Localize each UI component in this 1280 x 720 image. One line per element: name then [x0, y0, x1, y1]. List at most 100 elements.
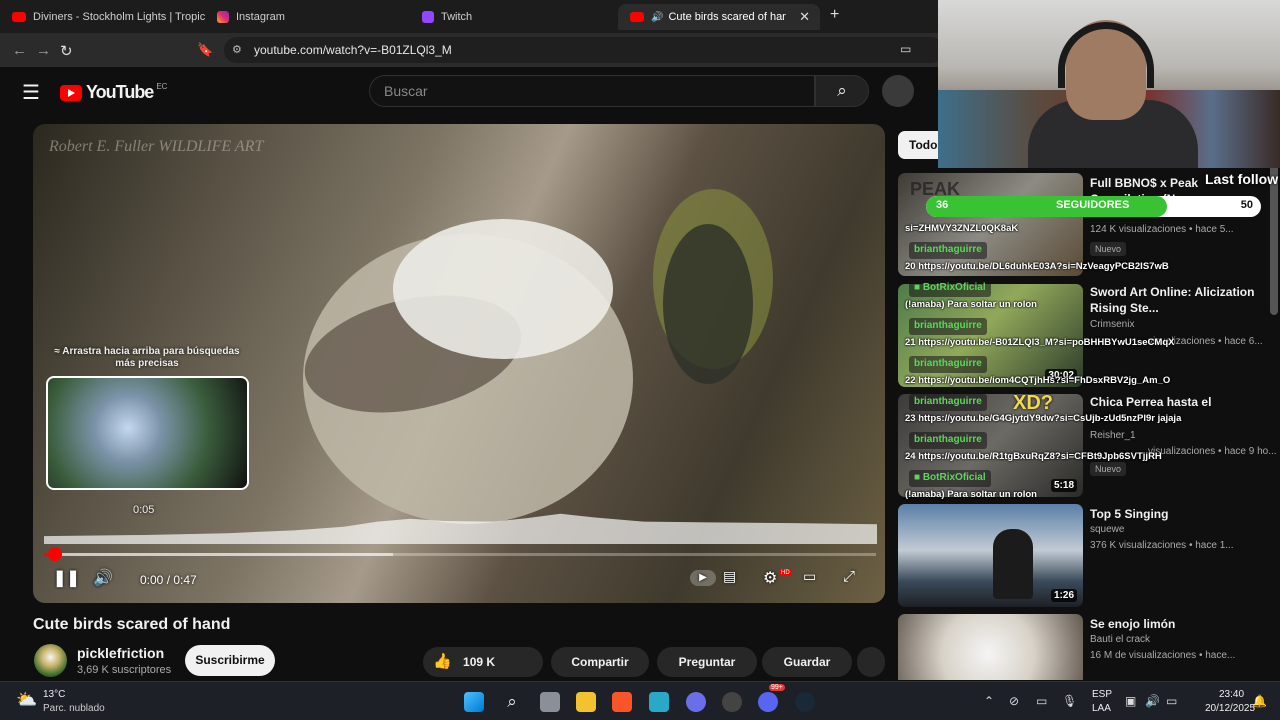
reload-icon[interactable]: ↻	[60, 42, 73, 60]
fullscreen-icon[interactable]: ⤢	[843, 568, 855, 585]
tab-twitch[interactable]: Twitch	[410, 4, 615, 30]
chat-message: 21 https://youtu.be/-B01ZLQl3_M?si=poBHH…	[905, 337, 1175, 348]
youtube-favicon-icon	[630, 12, 644, 22]
task-view-icon[interactable]	[540, 692, 560, 712]
recommended-channel: squewe	[1090, 524, 1125, 535]
bookmark-icon[interactable]: 🔖	[197, 42, 213, 58]
region-code: EC	[156, 82, 168, 91]
recommended-video[interactable]: Se enojo limón Bauti el crack 16 M de vi…	[898, 614, 1270, 680]
thumbs-up-icon: 👍	[433, 653, 452, 670]
video-watermark: Robert E. Fuller WILDLIFE ART	[49, 138, 264, 155]
subscribe-button[interactable]: Suscribirme	[185, 645, 275, 676]
scrubber-handle[interactable]	[48, 547, 62, 561]
tab-title: Cute birds scared of hand - Yo	[668, 11, 787, 23]
follower-goal-bar: 36 SEGUIDORES 50	[926, 196, 1261, 217]
show-hidden-icons-icon[interactable]: ⌃	[984, 694, 994, 708]
tab-instagram[interactable]: Instagram	[205, 4, 410, 30]
volume-icon[interactable]: 🔊	[93, 568, 113, 588]
save-button[interactable]: Guardar	[762, 647, 852, 677]
tab-diviners[interactable]: Diviners - Stockholm Lights | Tropical	[0, 4, 205, 30]
recommended-video[interactable]: 1:26 Top 5 Singing squewe 376 K visualiz…	[898, 504, 1270, 607]
battery-icon[interactable]: ▭	[1166, 694, 1177, 708]
youtube-logo-text: YouTube	[86, 82, 154, 102]
channel-name[interactable]: picklefriction	[77, 645, 164, 661]
headphones-icon	[1058, 22, 1154, 88]
settings-gear-icon[interactable]: ⚙	[763, 568, 777, 588]
subtitles-icon[interactable]: ▤	[723, 568, 736, 585]
url-text: youtube.com/watch?v=-B01ZLQl3_M	[254, 43, 452, 57]
recommended-channel: Crimsenix	[1090, 319, 1135, 330]
language-indicator[interactable]: ESP	[1092, 689, 1112, 700]
ask-button[interactable]: Preguntar	[657, 647, 757, 677]
last-follow-label: Last follow	[1205, 171, 1279, 187]
picture-in-picture-icon[interactable]: ▭	[900, 42, 911, 56]
start-windows-icon[interactable]	[464, 692, 484, 712]
seek-preview-time: 0:05	[133, 504, 155, 516]
notification-badge: 99+	[769, 684, 785, 691]
weather-temp[interactable]: 13°C	[43, 689, 65, 700]
youtube-logo[interactable]: YouTube EC	[60, 82, 167, 103]
chat-username: brianthaguirre	[909, 432, 987, 449]
tab-title: Twitch	[441, 11, 473, 23]
chat-username: brianthaguirre	[909, 242, 987, 259]
weather-cloud-icon[interactable]: ⛅	[16, 690, 37, 710]
obs-icon[interactable]	[722, 692, 742, 712]
keyboard-layout[interactable]: LAA	[1092, 703, 1111, 714]
url-field[interactable]: ⚙ youtube.com/watch?v=-B01ZLQl3_M	[224, 37, 944, 63]
chat-username: brianthaguirre	[909, 394, 987, 411]
chat-message: (!amaba) Para soltar un rolon	[905, 299, 1037, 310]
clock-time[interactable]: 23:40	[1219, 689, 1244, 700]
clock-date[interactable]: 20/12/2025	[1205, 703, 1255, 714]
new-tab-button[interactable]: +	[830, 6, 839, 24]
tab-cute-birds[interactable]: 🔊 Cute birds scared of hand - Yo ✕	[618, 4, 820, 30]
chat-message: 24 https://youtu.be/R1tgBxuRqZ8?si=CFBt9…	[905, 451, 1162, 462]
account-avatar[interactable]	[882, 75, 914, 107]
tray-icon[interactable]: ▭	[1036, 694, 1047, 708]
search-input[interactable]: Buscar	[369, 75, 815, 107]
seek-preview-thumbnail	[46, 376, 249, 490]
autoplay-toggle[interactable]: ▶	[690, 570, 716, 586]
windows-taskbar: ⛅ 13°C Parc. nublado ⌕ 99+ ⌃ ⊘ ▭ 🎙 ESP L…	[0, 681, 1280, 720]
share-button[interactable]: Compartir	[551, 647, 649, 677]
discord-icon[interactable]: 99+	[758, 684, 785, 712]
recommended-channel: Bauti el crack	[1090, 634, 1151, 645]
search-button[interactable]: ⌕	[815, 75, 869, 107]
chat-message: 23 https://youtu.be/G4GjytdY9dw?si=CsUjb…	[905, 413, 1182, 424]
pause-icon[interactable]: ❚❚	[53, 568, 80, 588]
chat-message: 20 https://youtu.be/DL6duhkE03A?si=NzVea…	[905, 261, 1169, 272]
progress-bar[interactable]	[44, 553, 876, 556]
forward-arrow-icon[interactable]: →	[36, 42, 51, 59]
twitch-favicon-icon	[422, 11, 434, 23]
time-display: 0:00 / 0:47	[140, 573, 197, 587]
subscriber-count: 3,69 K suscriptores	[77, 664, 172, 676]
menu-hamburger-icon[interactable]: ☰	[22, 80, 40, 105]
microphone-icon[interactable]: 🎙	[1062, 694, 1077, 708]
chat-username: brianthaguirre	[909, 356, 987, 373]
recommended-title: Sword Art Online: Alicization Rising Ste…	[1090, 285, 1255, 315]
search-icon: ⌕	[837, 81, 847, 100]
instagram-favicon-icon	[217, 11, 229, 23]
tab-title: Instagram	[236, 11, 285, 23]
volume-tray-icon[interactable]: 🔊	[1145, 694, 1160, 708]
thumbnail-text: XD?	[1013, 394, 1053, 414]
channel-avatar[interactable]	[34, 644, 67, 677]
back-arrow-icon[interactable]: ←	[12, 42, 27, 59]
video-player[interactable]: Robert E. Fuller WILDLIFE ART ≈ Arrastra…	[33, 124, 885, 603]
chat-username: brianthaguirre	[909, 318, 987, 335]
app-icon[interactable]	[686, 692, 706, 712]
like-button[interactable]: 👍 109 K	[423, 647, 543, 677]
theater-mode-icon[interactable]: ▭	[803, 568, 816, 585]
notifications-bell-icon[interactable]: 🔔	[1252, 694, 1267, 708]
more-actions-button[interactable]	[857, 647, 885, 677]
close-tab-icon[interactable]: ✕	[799, 9, 810, 25]
file-explorer-icon[interactable]	[576, 692, 596, 712]
app-icon[interactable]	[649, 692, 669, 712]
network-icon[interactable]: ▣	[1125, 694, 1136, 708]
steam-icon[interactable]	[795, 692, 815, 712]
brave-browser-icon[interactable]	[612, 692, 632, 712]
youtube-play-icon	[60, 84, 82, 101]
tray-icon[interactable]: ⊘	[1009, 694, 1019, 708]
site-settings-icon[interactable]: ⚙	[232, 37, 242, 63]
taskbar-search-icon[interactable]: ⌕	[502, 692, 522, 712]
weather-desc[interactable]: Parc. nublado	[43, 703, 105, 714]
